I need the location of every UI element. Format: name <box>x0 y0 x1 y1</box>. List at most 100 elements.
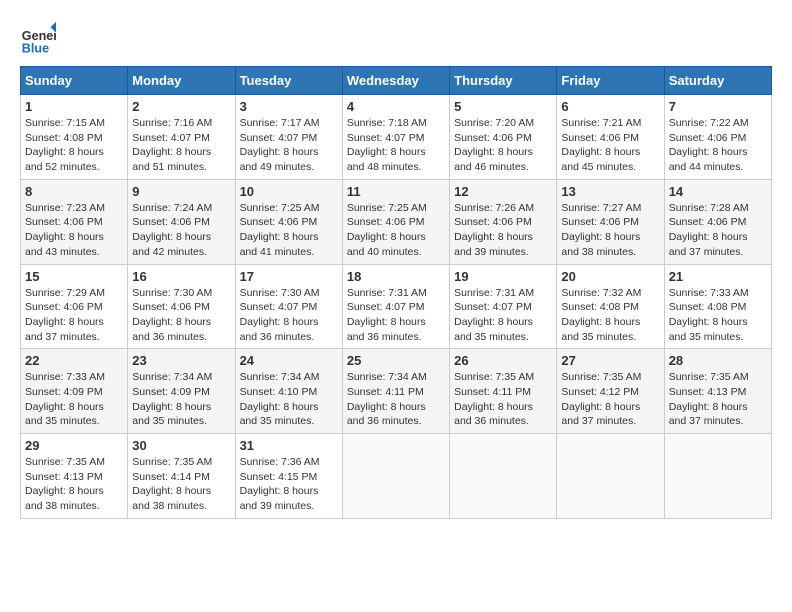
day-detail: Sunrise: 7:35 AMSunset: 4:11 PMDaylight:… <box>454 371 534 427</box>
day-number: 4 <box>347 99 445 114</box>
calendar-cell <box>342 434 449 519</box>
calendar-cell: 28 Sunrise: 7:35 AMSunset: 4:13 PMDayligh… <box>664 349 771 434</box>
day-number: 14 <box>669 184 767 199</box>
day-detail: Sunrise: 7:35 AMSunset: 4:12 PMDaylight:… <box>561 371 641 427</box>
calendar-cell: 26Sunrise: 7:35 AMSunset: 4:11 PMDayligh… <box>450 349 557 434</box>
day-detail: Sunrise: 7:25 AMSunset: 4:06 PMDaylight:… <box>347 202 427 258</box>
day-number: 31 <box>240 438 338 453</box>
calendar-week-row: 29 Sunrise: 7:35 AMSunset: 4:13 PMDayligh… <box>21 434 772 519</box>
calendar-week-row: 1Sunrise: 7:15 AMSunset: 4:08 PMDaylight… <box>21 95 772 180</box>
day-number: 3 <box>240 99 338 114</box>
calendar-cell: 30 Sunrise: 7:35 AMSunset: 4:14 PMDayligh… <box>128 434 235 519</box>
day-number: 30 <box>132 438 230 453</box>
calendar-week-row: 22Sunrise: 7:33 AMSunset: 4:09 PMDayligh… <box>21 349 772 434</box>
day-number: 27 <box>561 353 659 368</box>
day-number: 19 <box>454 269 552 284</box>
day-number: 23 <box>132 353 230 368</box>
day-detail: Sunrise: 7:35 AMSunset: 4:13 PMDaylight:… <box>25 456 105 512</box>
day-number: 5 <box>454 99 552 114</box>
weekday-header: Saturday <box>664 67 771 95</box>
day-detail: Sunrise: 7:21 AMSunset: 4:06 PMDaylight:… <box>561 117 641 173</box>
day-number: 25 <box>347 353 445 368</box>
day-number: 29 <box>25 438 123 453</box>
day-number: 20 <box>561 269 659 284</box>
calendar-cell: 8Sunrise: 7:23 AMSunset: 4:06 PMDaylight… <box>21 179 128 264</box>
day-number: 18 <box>347 269 445 284</box>
calendar-cell: 14 Sunrise: 7:28 AMSunset: 4:06 PMDayligh… <box>664 179 771 264</box>
logo-icon: General Blue <box>20 20 56 56</box>
day-detail: Sunrise: 7:16 AMSunset: 4:07 PMDaylight:… <box>132 117 212 173</box>
day-number: 15 <box>25 269 123 284</box>
day-detail: Sunrise: 7:34 AMSunset: 4:11 PMDaylight:… <box>347 371 427 427</box>
day-detail: Sunrise: 7:33 AMSunset: 4:08 PMDaylight:… <box>669 287 749 343</box>
day-detail: Sunrise: 7:30 AMSunset: 4:07 PMDaylight:… <box>240 287 320 343</box>
calendar-cell: 6 Sunrise: 7:21 AMSunset: 4:06 PMDaylight… <box>557 95 664 180</box>
day-detail: Sunrise: 7:26 AMSunset: 4:06 PMDaylight:… <box>454 202 534 258</box>
day-detail: Sunrise: 7:31 AMSunset: 4:07 PMDaylight:… <box>347 287 427 343</box>
day-number: 7 <box>669 99 767 114</box>
calendar-cell: 4 Sunrise: 7:18 AMSunset: 4:07 PMDaylight… <box>342 95 449 180</box>
day-number: 6 <box>561 99 659 114</box>
day-detail: Sunrise: 7:27 AMSunset: 4:06 PMDaylight:… <box>561 202 641 258</box>
calendar-week-row: 8Sunrise: 7:23 AMSunset: 4:06 PMDaylight… <box>21 179 772 264</box>
day-detail: Sunrise: 7:25 AMSunset: 4:06 PMDaylight:… <box>240 202 320 258</box>
day-number: 16 <box>132 269 230 284</box>
calendar-header-row: SundayMondayTuesdayWednesdayThursdayFrid… <box>21 67 772 95</box>
weekday-header: Sunday <box>21 67 128 95</box>
calendar-cell: 13Sunrise: 7:27 AMSunset: 4:06 PMDayligh… <box>557 179 664 264</box>
calendar-cell: 11 Sunrise: 7:25 AMSunset: 4:06 PMDayligh… <box>342 179 449 264</box>
calendar-cell: 2 Sunrise: 7:16 AMSunset: 4:07 PMDaylight… <box>128 95 235 180</box>
calendar-cell: 24 Sunrise: 7:34 AMSunset: 4:10 PMDayligh… <box>235 349 342 434</box>
calendar-cell: 29 Sunrise: 7:35 AMSunset: 4:13 PMDayligh… <box>21 434 128 519</box>
day-number: 8 <box>25 184 123 199</box>
day-number: 11 <box>347 184 445 199</box>
calendar-cell: 1Sunrise: 7:15 AMSunset: 4:08 PMDaylight… <box>21 95 128 180</box>
calendar-cell: 3 Sunrise: 7:17 AMSunset: 4:07 PMDaylight… <box>235 95 342 180</box>
calendar-cell: 18 Sunrise: 7:31 AMSunset: 4:07 PMDayligh… <box>342 264 449 349</box>
calendar-cell: 23 Sunrise: 7:34 AMSunset: 4:09 PMDayligh… <box>128 349 235 434</box>
day-detail: Sunrise: 7:29 AMSunset: 4:06 PMDaylight:… <box>25 287 105 343</box>
day-number: 9 <box>132 184 230 199</box>
day-detail: Sunrise: 7:18 AMSunset: 4:07 PMDaylight:… <box>347 117 427 173</box>
weekday-header: Wednesday <box>342 67 449 95</box>
calendar-cell: 7Sunrise: 7:22 AMSunset: 4:06 PMDaylight… <box>664 95 771 180</box>
calendar-body: 1Sunrise: 7:15 AMSunset: 4:08 PMDaylight… <box>21 95 772 519</box>
calendar-cell: 25 Sunrise: 7:34 AMSunset: 4:11 PMDayligh… <box>342 349 449 434</box>
page-header: General Blue <box>20 20 772 56</box>
day-number: 2 <box>132 99 230 114</box>
day-number: 21 <box>669 269 767 284</box>
day-detail: Sunrise: 7:17 AMSunset: 4:07 PMDaylight:… <box>240 117 320 173</box>
day-detail: Sunrise: 7:34 AMSunset: 4:09 PMDaylight:… <box>132 371 212 427</box>
calendar-cell: 19 Sunrise: 7:31 AMSunset: 4:07 PMDayligh… <box>450 264 557 349</box>
weekday-header: Thursday <box>450 67 557 95</box>
weekday-header: Monday <box>128 67 235 95</box>
calendar-cell <box>664 434 771 519</box>
weekday-header: Tuesday <box>235 67 342 95</box>
calendar-cell: 5 Sunrise: 7:20 AMSunset: 4:06 PMDaylight… <box>450 95 557 180</box>
day-number: 17 <box>240 269 338 284</box>
day-detail: Sunrise: 7:35 AMSunset: 4:13 PMDaylight:… <box>669 371 749 427</box>
day-detail: Sunrise: 7:24 AMSunset: 4:06 PMDaylight:… <box>132 202 212 258</box>
calendar-cell: 31 Sunrise: 7:36 AMSunset: 4:15 PMDayligh… <box>235 434 342 519</box>
day-detail: Sunrise: 7:28 AMSunset: 4:06 PMDaylight:… <box>669 202 749 258</box>
calendar-cell <box>450 434 557 519</box>
calendar-cell: 21 Sunrise: 7:33 AMSunset: 4:08 PMDayligh… <box>664 264 771 349</box>
calendar-table: SundayMondayTuesdayWednesdayThursdayFrid… <box>20 66 772 519</box>
calendar-cell: 9 Sunrise: 7:24 AMSunset: 4:06 PMDaylight… <box>128 179 235 264</box>
day-detail: Sunrise: 7:20 AMSunset: 4:06 PMDaylight:… <box>454 117 534 173</box>
day-number: 1 <box>25 99 123 114</box>
day-detail: Sunrise: 7:31 AMSunset: 4:07 PMDaylight:… <box>454 287 534 343</box>
day-detail: Sunrise: 7:34 AMSunset: 4:10 PMDaylight:… <box>240 371 320 427</box>
calendar-cell: 20Sunrise: 7:32 AMSunset: 4:08 PMDayligh… <box>557 264 664 349</box>
day-number: 12 <box>454 184 552 199</box>
day-number: 28 <box>669 353 767 368</box>
calendar-cell: 16Sunrise: 7:30 AMSunset: 4:06 PMDayligh… <box>128 264 235 349</box>
calendar-cell: 12 Sunrise: 7:26 AMSunset: 4:06 PMDayligh… <box>450 179 557 264</box>
calendar-cell: 22Sunrise: 7:33 AMSunset: 4:09 PMDayligh… <box>21 349 128 434</box>
day-number: 22 <box>25 353 123 368</box>
calendar-cell: 27 Sunrise: 7:35 AMSunset: 4:12 PMDayligh… <box>557 349 664 434</box>
day-detail: Sunrise: 7:35 AMSunset: 4:14 PMDaylight:… <box>132 456 212 512</box>
weekday-header: Friday <box>557 67 664 95</box>
day-number: 24 <box>240 353 338 368</box>
day-detail: Sunrise: 7:36 AMSunset: 4:15 PMDaylight:… <box>240 456 320 512</box>
